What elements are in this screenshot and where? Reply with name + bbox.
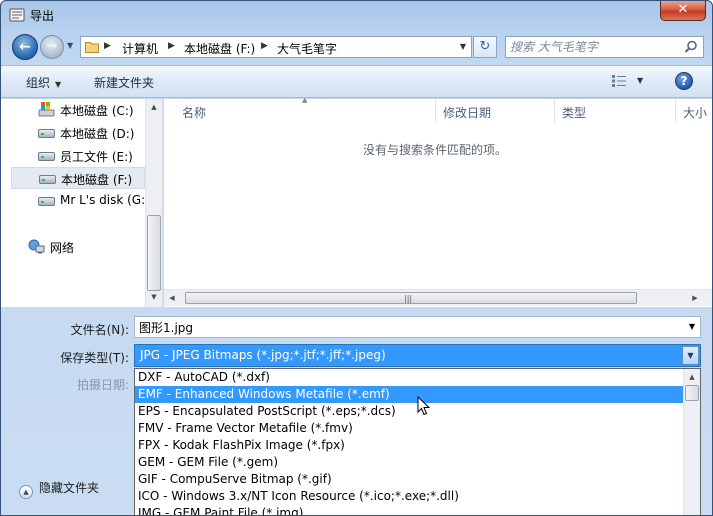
- date-taken-label: 拍摄日期:: [76, 378, 129, 392]
- hide-folders-label: 隐藏文件夹: [39, 481, 100, 495]
- breadcrumb-current-folder[interactable]: 大气毛笔字: [277, 40, 337, 57]
- filetype-label: 保存类型(T):: [60, 351, 129, 365]
- scroll-up-icon[interactable]: ▲: [146, 99, 162, 115]
- nav-item-drive-g[interactable]: Mr L's disk (G:: [11, 190, 145, 212]
- filename-input[interactable]: [139, 319, 669, 335]
- filetype-option[interactable]: ICO - Windows 3.x/NT Icon Resource (*.ic…: [135, 488, 684, 505]
- window-title: 导出: [30, 9, 55, 23]
- filetype-selected-value: JPG - JPEG Bitmaps (*.jpg;*.jtf;*.jff;*.…: [140, 348, 386, 362]
- mouse-cursor-icon: [417, 396, 430, 416]
- refresh-button[interactable]: ↻: [473, 36, 497, 58]
- export-dialog: 导出 ✕ ← → ▼ ▶ 计算机 ▶ 本地磁盘 (F:) ▶ 大气毛笔字 ▼ ↻…: [0, 0, 713, 516]
- nav-item-label: 员工文件 (E:): [60, 150, 133, 164]
- filetype-option[interactable]: GEM - GEM File (*.gem): [135, 454, 684, 471]
- sort-ascending-icon: ▲: [302, 96, 308, 104]
- breadcrumb-separator-icon[interactable]: ▶: [168, 41, 175, 51]
- scrollbar-thumb[interactable]: |||: [185, 292, 637, 304]
- filetype-option[interactable]: DXF - AutoCAD (*.dxf): [135, 369, 684, 386]
- grip-icon: |||: [404, 294, 413, 303]
- nav-item-drive-c[interactable]: 本地磁盘 (C:): [11, 99, 145, 121]
- export-app-icon: [9, 8, 25, 22]
- filetype-option-highlighted[interactable]: EMF - Enhanced Windows Metafile (*.emf): [135, 386, 684, 403]
- file-list-horizontal-scrollbar[interactable]: ◀ ||| ▶: [164, 289, 712, 306]
- close-button[interactable]: ✕: [660, 1, 706, 21]
- filetype-option[interactable]: FMV - Frame Vector Metafile (*.fmv): [135, 420, 684, 437]
- breadcrumb-separator-icon[interactable]: ▶: [104, 41, 111, 51]
- nav-item-label: 网络: [50, 241, 75, 255]
- hide-folders-button[interactable]: ▲ 隐藏文件夹: [19, 479, 99, 499]
- new-folder-button[interactable]: 新建文件夹: [94, 74, 154, 91]
- view-dropdown-icon[interactable]: ▼: [637, 76, 643, 85]
- scroll-up-icon[interactable]: ▲: [684, 369, 700, 385]
- breadcrumb-computer[interactable]: 计算机: [122, 40, 158, 57]
- filetype-option[interactable]: IMG - GEM Paint File (*.img): [135, 505, 684, 515]
- scrollbar-thumb[interactable]: [685, 385, 699, 401]
- column-header-date[interactable]: 修改日期: [443, 104, 491, 121]
- nav-item-drive-d[interactable]: 本地磁盘 (D:): [11, 122, 145, 144]
- nav-item-drive-e[interactable]: 员工文件 (E:): [11, 145, 145, 167]
- forward-arrow-icon: →: [46, 39, 58, 54]
- title-bar[interactable]: 导出 ✕: [1, 1, 712, 31]
- filetype-option[interactable]: FPX - Kodak FlashPix Image (*.fpx): [135, 437, 684, 454]
- refresh-icon: ↻: [479, 39, 491, 54]
- filetype-option[interactable]: EPS - Encapsulated PostScript (*.eps;*.d…: [135, 403, 684, 420]
- drive-icon: [38, 197, 55, 206]
- navigation-pane: 本地磁盘 (C:) 本地磁盘 (D:) 员工文件 (E:) 本地磁盘 (F:) …: [1, 99, 163, 307]
- search-input[interactable]: [510, 39, 680, 55]
- column-divider[interactable]: [554, 99, 555, 123]
- nav-item-network[interactable]: 网络: [5, 236, 139, 258]
- filename-label: 文件名(N):: [70, 323, 129, 337]
- nav-item-label: 本地磁盘 (F:): [61, 173, 133, 187]
- network-icon: [28, 239, 45, 254]
- filetype-dropdown-list: DXF - AutoCAD (*.dxf) EMF - Enhanced Win…: [134, 368, 701, 515]
- chevron-down-icon: ▼: [55, 80, 62, 89]
- nav-item-drive-f[interactable]: 本地磁盘 (F:): [11, 167, 145, 189]
- folder-icon: [85, 42, 99, 53]
- breadcrumb-separator-icon[interactable]: ▶: [261, 41, 268, 51]
- filename-combobox[interactable]: ▼: [134, 316, 701, 338]
- organize-label: 组织: [26, 76, 51, 90]
- help-button[interactable]: ?: [675, 72, 693, 90]
- recent-locations-dropdown[interactable]: ▼: [67, 41, 73, 50]
- column-divider[interactable]: [435, 99, 436, 123]
- address-bar[interactable]: ▶ 计算机 ▶ 本地磁盘 (F:) ▶ 大气毛笔字 ▼: [80, 36, 472, 58]
- view-options-icon[interactable]: [611, 74, 627, 88]
- scroll-left-icon[interactable]: ◀: [164, 290, 180, 306]
- filetype-select[interactable]: JPG - JPEG Bitmaps (*.jpg;*.jtf;*.jff;*.…: [134, 344, 701, 367]
- nav-item-label: Mr L's disk (G:: [60, 193, 146, 207]
- drive-icon: [38, 129, 55, 138]
- breadcrumb-drive-f[interactable]: 本地磁盘 (F:): [184, 40, 255, 57]
- filetype-option[interactable]: GIF - CompuServe Bitmap (*.gif): [135, 471, 684, 488]
- chevron-down-icon[interactable]: ▼: [682, 346, 699, 365]
- back-arrow-icon: ←: [19, 39, 31, 55]
- empty-folder-message: 没有与搜索条件匹配的项。: [363, 143, 508, 157]
- organize-button[interactable]: 组织 ▼: [26, 74, 61, 91]
- nav-pane-scrollbar[interactable]: ▲ ▼: [145, 99, 162, 307]
- forward-button[interactable]: →: [40, 35, 64, 59]
- address-dropdown-icon[interactable]: ▼: [460, 42, 466, 51]
- file-list: ▲ 名称 修改日期 类型 大小 没有与搜索条件匹配的项。 ◀ ||| ▶: [164, 96, 712, 307]
- drive-icon: [38, 152, 55, 161]
- column-divider[interactable]: [675, 99, 676, 123]
- column-header-type[interactable]: 类型: [562, 104, 586, 121]
- drive-icon: [39, 175, 56, 184]
- scroll-down-icon[interactable]: ▼: [146, 289, 162, 305]
- nav-item-label: 本地磁盘 (C:): [60, 104, 134, 118]
- search-icon[interactable]: [684, 40, 698, 54]
- scrollbar-thumb[interactable]: [147, 215, 161, 291]
- scroll-right-icon[interactable]: ▶: [687, 290, 703, 306]
- column-header-size[interactable]: 大小: [683, 104, 707, 121]
- dropdown-scrollbar[interactable]: ▲: [683, 369, 700, 515]
- system-drive-icon: [38, 102, 55, 117]
- back-button[interactable]: ←: [12, 34, 38, 60]
- toolbar: 组织 ▼ 新建文件夹 ▼ ?: [1, 65, 712, 98]
- nav-item-label: 本地磁盘 (D:): [60, 127, 135, 141]
- chevron-up-icon: ▲: [19, 485, 33, 499]
- chevron-down-icon[interactable]: ▼: [689, 322, 695, 331]
- column-header-name[interactable]: 名称: [182, 104, 206, 121]
- search-box[interactable]: [505, 36, 704, 58]
